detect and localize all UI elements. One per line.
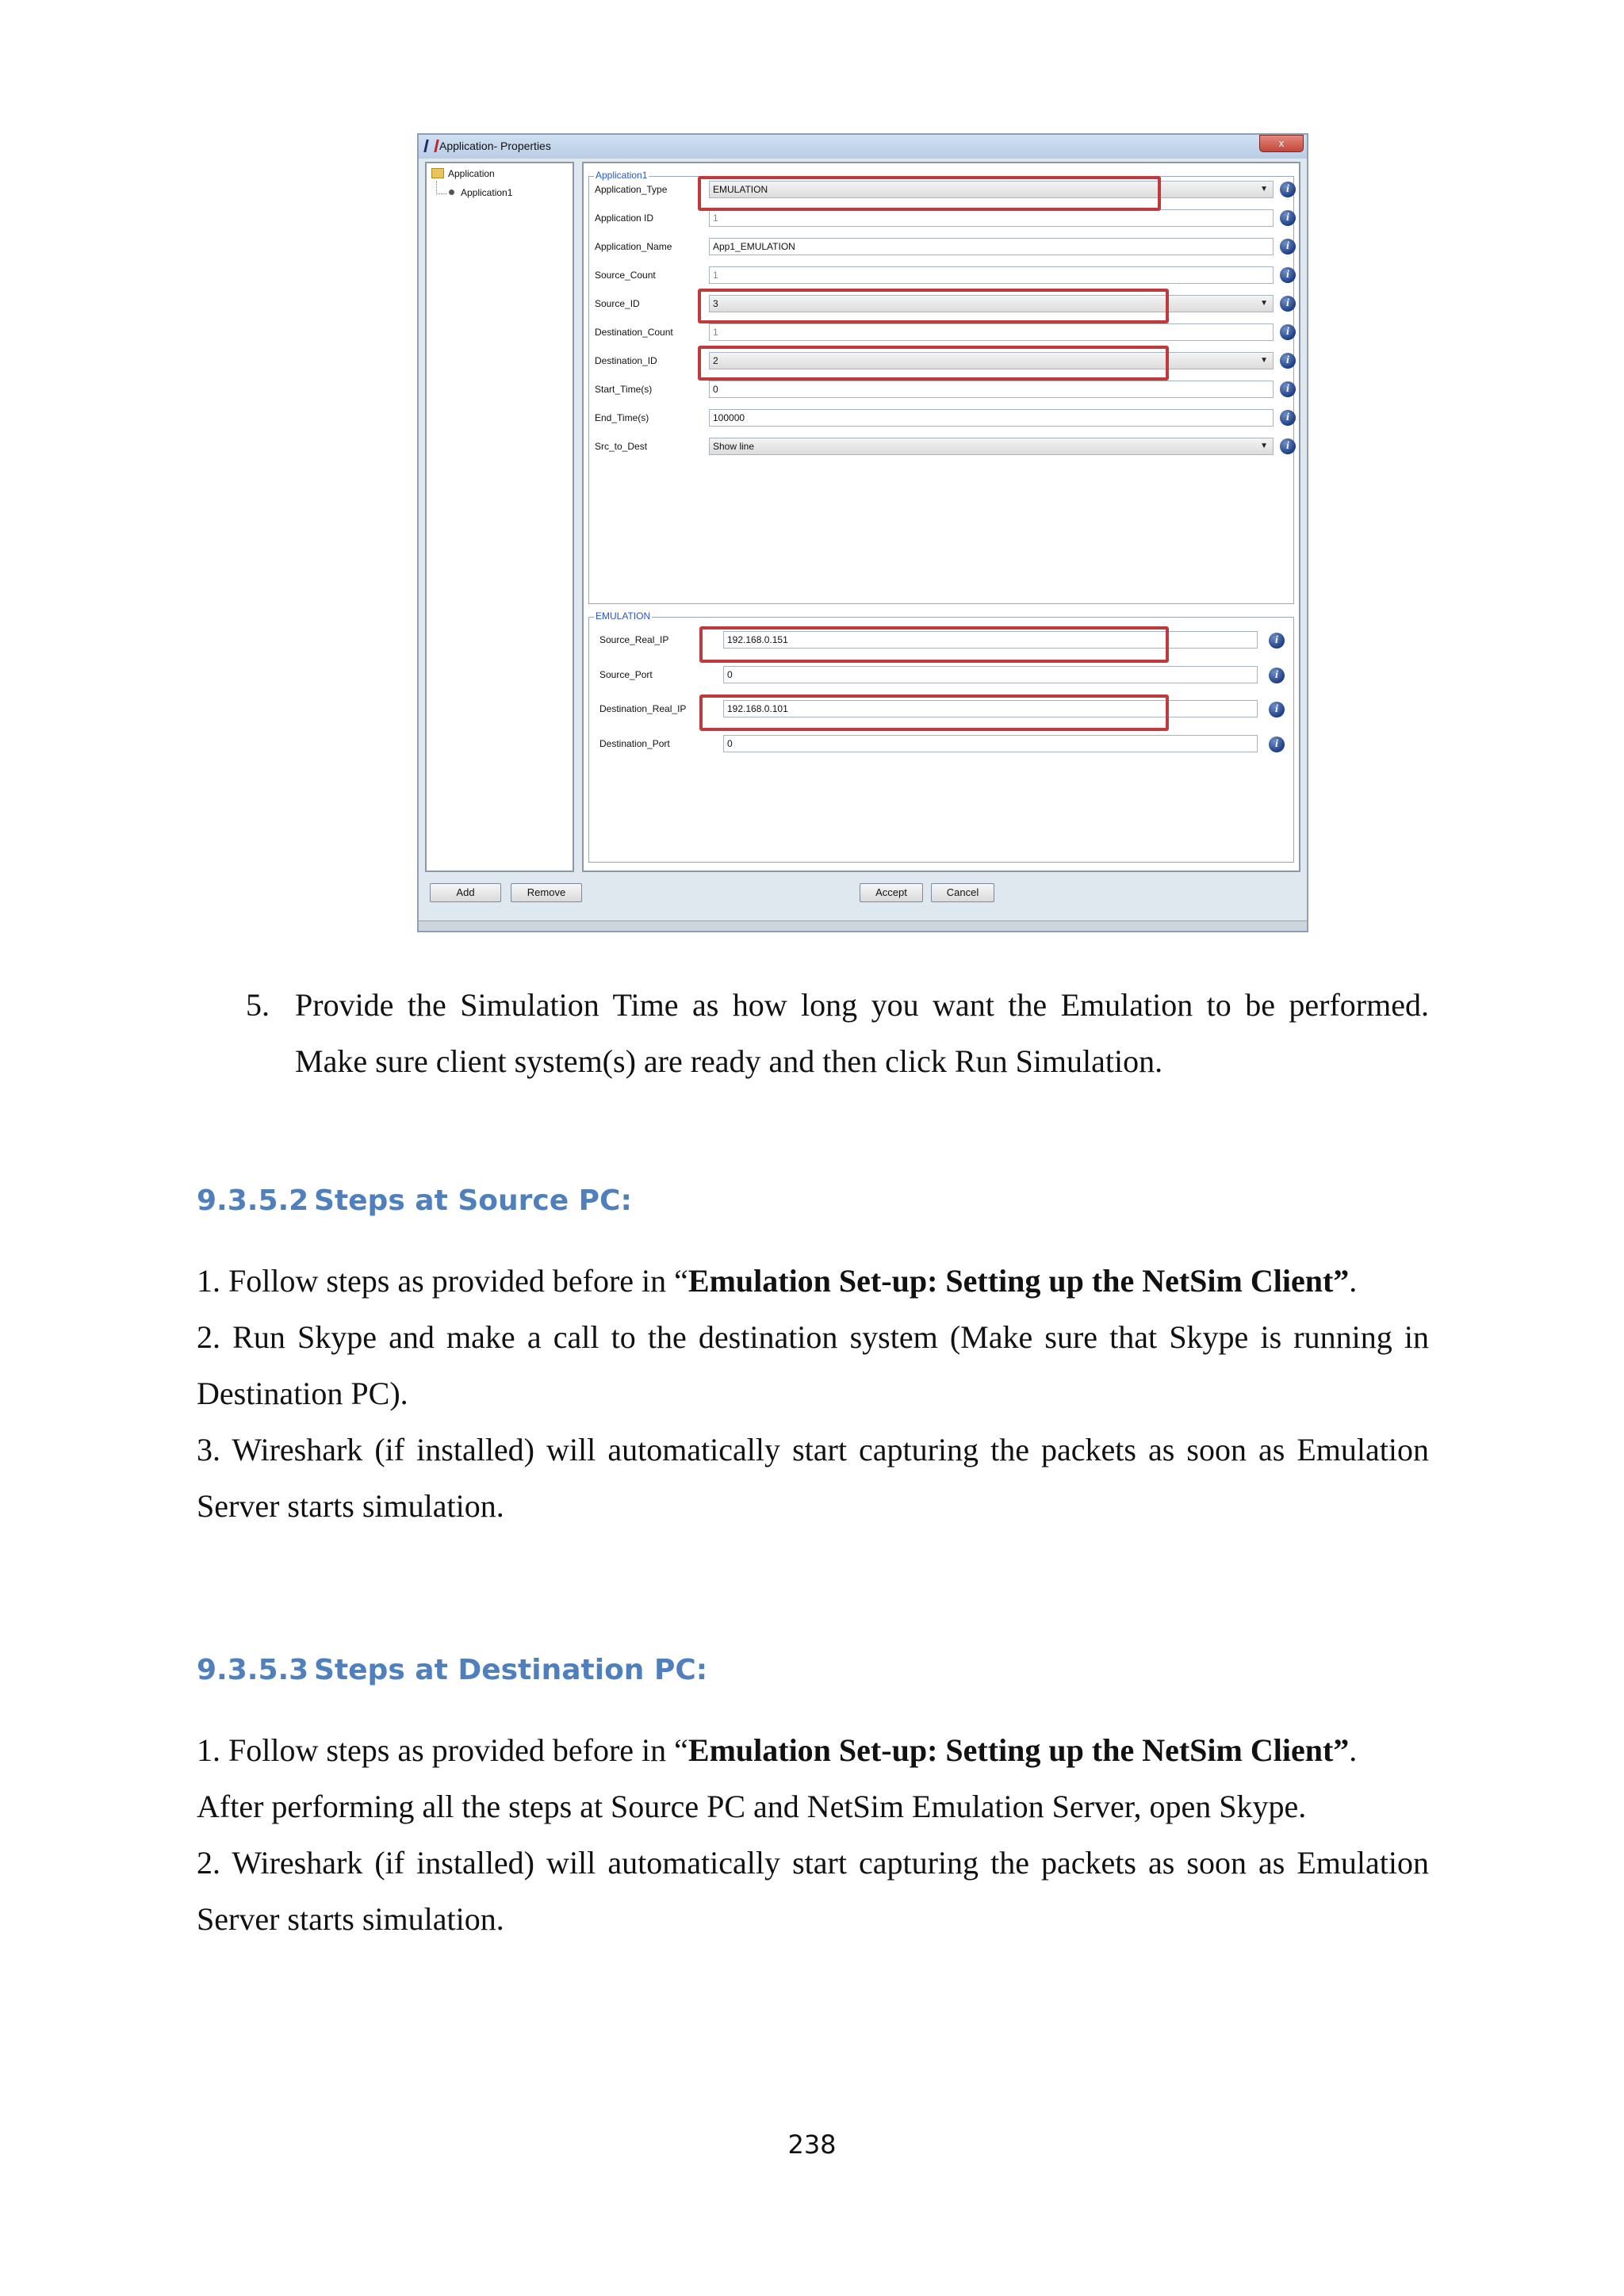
cancel-button[interactable]: Cancel	[931, 883, 994, 902]
source-step1-bold: Emulation Set-up: Setting up the NetSim …	[688, 1263, 1350, 1299]
dialog-title: Application- Properties	[439, 140, 551, 152]
close-button[interactable]: x	[1259, 135, 1304, 152]
source-step1-post: .	[1349, 1263, 1358, 1299]
application-tree: Application Application1	[425, 162, 574, 872]
info-icon[interactable]: i	[1269, 737, 1285, 752]
dest-step1-line2: After performing all the steps at Source…	[197, 1789, 1307, 1824]
start-time-label: Start_Time(s)	[595, 384, 653, 395]
application1-group-title: Application1	[594, 170, 649, 181]
dest-step2-line1: 2. Wireshark (if installed) will automat…	[197, 1845, 1429, 1881]
folder-icon	[431, 168, 444, 178]
info-icon[interactable]: i	[1269, 633, 1285, 649]
application-type-label: Application_Type	[595, 184, 668, 195]
dest-step1-post: .	[1349, 1732, 1358, 1768]
section-heading-destination-pc: 9.3.5.3 Steps at Destination PC:	[197, 1654, 707, 1686]
info-icon[interactable]: i	[1280, 239, 1296, 254]
src-to-dest-select[interactable]: Show line ▼	[709, 438, 1274, 455]
remove-button[interactable]: Remove	[511, 883, 582, 902]
chevron-down-icon: ▼	[1260, 442, 1268, 450]
source-port-field[interactable]: 0	[723, 666, 1258, 683]
info-icon[interactable]: i	[1280, 410, 1296, 426]
bullet-icon	[449, 189, 454, 195]
source-step2-line1: 2. Run Skype and make a call to the dest…	[197, 1319, 1429, 1355]
dest-step1: 1. Follow steps as provided before in “E…	[197, 1722, 1429, 1778]
step5-line2: Make sure client system(s) are ready and…	[295, 1043, 1163, 1079]
source-port-label: Source_Port	[599, 669, 653, 680]
src-to-dest-value: Show line	[713, 441, 755, 452]
accept-button[interactable]: Accept	[860, 883, 923, 902]
destination-port-label: Destination_Port	[599, 738, 670, 749]
application-name-field[interactable]: App1_EMULATION	[709, 238, 1274, 255]
destination-id-label: Destination_ID	[595, 355, 657, 366]
tree-child-label: Application1	[461, 187, 513, 198]
application-id-field[interactable]: 1	[709, 209, 1274, 227]
chevron-down-icon: ▼	[1260, 299, 1268, 308]
highlight-source-real-ip	[699, 626, 1169, 663]
add-button[interactable]: Add	[430, 883, 501, 902]
tree-root-label: Application	[448, 168, 495, 179]
dialog-titlebar: Application- Properties x	[419, 135, 1307, 159]
info-icon[interactable]: i	[1280, 182, 1296, 197]
section-title: Steps at Source PC:	[314, 1184, 632, 1217]
netsim-logo-icon	[423, 140, 439, 152]
destination-count-field[interactable]: 1	[709, 323, 1274, 341]
destination-count-label: Destination_Count	[595, 327, 673, 338]
source-step1: 1. Follow steps as provided before in “E…	[197, 1253, 1429, 1309]
highlight-application-type	[698, 176, 1161, 211]
info-icon[interactable]: i	[1280, 324, 1296, 340]
page-number: 238	[787, 2130, 837, 2160]
tree-connector	[436, 181, 446, 194]
source-step3-line2: Server starts simulation.	[197, 1488, 504, 1524]
start-time-field[interactable]: 0	[709, 381, 1274, 398]
info-icon[interactable]: i	[1269, 668, 1285, 683]
highlight-destination-real-ip	[699, 695, 1169, 731]
tree-item-application1[interactable]: Application1	[449, 187, 512, 198]
source-step2-line2: Destination PC).	[197, 1376, 408, 1411]
source-step3-line1: 3. Wireshark (if installed) will automat…	[197, 1432, 1429, 1468]
application-name-label: Application_Name	[595, 241, 672, 252]
info-icon[interactable]: i	[1280, 381, 1296, 397]
tree-item-application[interactable]: Application	[431, 168, 495, 179]
source-step1-pre: 1. Follow steps as provided before in “	[197, 1263, 688, 1299]
source-count-label: Source_Count	[595, 270, 656, 281]
destination-port-field[interactable]: 0	[723, 735, 1258, 752]
section-number: 9.3.5.2	[197, 1184, 309, 1217]
dialog-bottom-strip	[419, 920, 1307, 931]
step5-line1: Provide the Simulation Time as how long …	[295, 987, 1429, 1023]
end-time-label: End_Time(s)	[595, 412, 649, 423]
step5-number: 5.	[246, 987, 270, 1023]
dest-step1-pre: 1. Follow steps as provided before in “	[197, 1732, 688, 1768]
highlight-destination-id	[698, 346, 1169, 381]
properties-panel: Application1 Application_Type EMULATION ▼…	[582, 162, 1300, 872]
dest-step2-line2: Server starts simulation.	[197, 1901, 504, 1937]
source-id-label: Source_ID	[595, 298, 640, 309]
end-time-field[interactable]: 100000	[709, 409, 1274, 427]
application-properties-dialog: Application- Properties x Application Ap…	[417, 133, 1308, 932]
info-icon[interactable]: i	[1280, 296, 1296, 312]
info-icon[interactable]: i	[1269, 702, 1285, 718]
source-real-ip-label: Source_Real_IP	[599, 634, 669, 645]
section-heading-source-pc: 9.3.5.2 Steps at Source PC:	[197, 1184, 632, 1217]
info-icon[interactable]: i	[1280, 267, 1296, 283]
destination-real-ip-label: Destination_Real_IP	[599, 703, 687, 714]
emulation-group-title: EMULATION	[594, 610, 653, 622]
dest-step1-bold: Emulation Set-up: Setting up the NetSim …	[688, 1732, 1350, 1768]
src-to-dest-label: Src_to_Dest	[595, 441, 648, 452]
section-number: 9.3.5.3	[197, 1654, 309, 1686]
source-count-field[interactable]: 1	[709, 266, 1274, 284]
info-icon[interactable]: i	[1280, 353, 1296, 369]
section-title: Steps at Destination PC:	[314, 1654, 708, 1686]
application-id-label: Application ID	[595, 212, 654, 224]
info-icon[interactable]: i	[1280, 210, 1296, 226]
highlight-source-id	[698, 289, 1169, 323]
chevron-down-icon: ▼	[1260, 356, 1268, 365]
chevron-down-icon: ▼	[1260, 185, 1268, 193]
info-icon[interactable]: i	[1280, 438, 1296, 454]
